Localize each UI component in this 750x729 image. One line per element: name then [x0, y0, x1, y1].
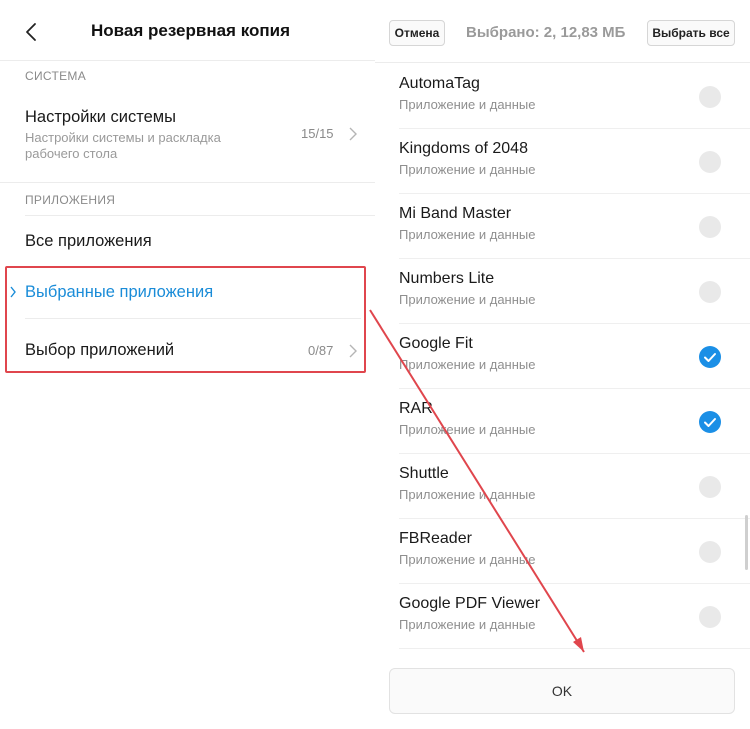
- app-subtitle: Приложение и данные: [399, 552, 536, 567]
- app-subtitle: Приложение и данные: [399, 292, 536, 307]
- cancel-button[interactable]: Отмена: [389, 20, 445, 46]
- checkbox-unchecked[interactable]: [699, 476, 721, 498]
- selection-info: Выбрано: 2, 12,83 МБ: [466, 24, 626, 41]
- select-all-button[interactable]: Выбрать все: [647, 20, 735, 46]
- app-subtitle: Приложение и данные: [399, 422, 536, 437]
- section-label-apps: ПРИЛОЖЕНИЯ: [25, 193, 116, 207]
- app-subtitle: Приложение и данные: [399, 97, 536, 112]
- checkmark-icon: [704, 353, 716, 362]
- back-button[interactable]: [18, 18, 46, 46]
- row-title: Все приложения: [25, 232, 152, 250]
- app-name: Numbers Lite: [399, 270, 495, 287]
- app-subtitle: Приложение и данные: [399, 487, 536, 502]
- checkmark-icon: [704, 418, 716, 427]
- app-name: Kingdoms of 2048: [399, 140, 528, 157]
- selection-bar: Отмена Выбрано: 2, 12,83 МБ Выбрать все: [375, 0, 750, 62]
- app-row[interactable]: RAR Приложение и данные: [375, 389, 750, 454]
- left-panel: Новая резервная копия СИСТЕМА Настройки …: [0, 0, 375, 729]
- scrollbar[interactable]: [745, 515, 748, 570]
- checkbox-checked[interactable]: [699, 411, 721, 433]
- row-title: Настройки системы: [25, 108, 176, 126]
- checkbox-unchecked[interactable]: [699, 606, 721, 628]
- annotation-highlight-box: [5, 266, 366, 373]
- app-subtitle: Приложение и данные: [399, 162, 536, 177]
- app-name: AutomaTag: [399, 75, 480, 92]
- app-row[interactable]: Numbers Lite Приложение и данные: [375, 259, 750, 324]
- checkbox-unchecked[interactable]: [699, 541, 721, 563]
- app-subtitle: Приложение и данные: [399, 617, 536, 632]
- app-name: Shuttle: [399, 465, 449, 482]
- checkbox-checked[interactable]: [699, 346, 721, 368]
- right-panel: Отмена Выбрано: 2, 12,83 МБ Выбрать все …: [375, 0, 750, 729]
- app-subtitle: Приложение и данные: [399, 227, 536, 242]
- section-label-system: СИСТЕМА: [25, 69, 86, 83]
- checkbox-unchecked[interactable]: [699, 216, 721, 238]
- checkbox-unchecked[interactable]: [699, 86, 721, 108]
- app-name: RAR: [399, 400, 433, 417]
- app-row[interactable]: Google PDF Viewer Приложение и данные: [375, 584, 750, 649]
- app-row[interactable]: Shuttle Приложение и данные: [375, 454, 750, 519]
- app-name: FBReader: [399, 530, 472, 547]
- divider: [0, 182, 375, 183]
- app-name: Google Fit: [399, 335, 473, 352]
- app-row[interactable]: FBReader Приложение и данные: [375, 519, 750, 584]
- chevron-left-icon: [26, 23, 36, 41]
- checkbox-unchecked[interactable]: [699, 151, 721, 173]
- divider: [375, 62, 750, 63]
- app-name: Google PDF Viewer: [399, 595, 541, 612]
- app-row[interactable]: Kingdoms of 2048 Приложение и данные: [375, 129, 750, 194]
- app-name: Mi Band Master: [399, 205, 512, 222]
- app-row[interactable]: Mi Band Master Приложение и данные: [375, 194, 750, 259]
- divider: [399, 648, 750, 649]
- top-bar: Новая резервная копия: [0, 0, 375, 60]
- checkbox-unchecked[interactable]: [699, 281, 721, 303]
- divider: [0, 60, 375, 61]
- app-row[interactable]: AutomaTag Приложение и данные: [375, 64, 750, 129]
- chevron-right-icon: [349, 127, 357, 141]
- row-count: 15/15: [301, 126, 334, 141]
- app-subtitle: Приложение и данные: [399, 357, 536, 372]
- app-row[interactable]: Google Fit Приложение и данные: [375, 324, 750, 389]
- page-title: Новая резервная копия: [91, 21, 291, 40]
- row-subtitle: Настройки системы и раскладка рабочего с…: [25, 130, 221, 161]
- ok-button[interactable]: OK: [389, 668, 735, 714]
